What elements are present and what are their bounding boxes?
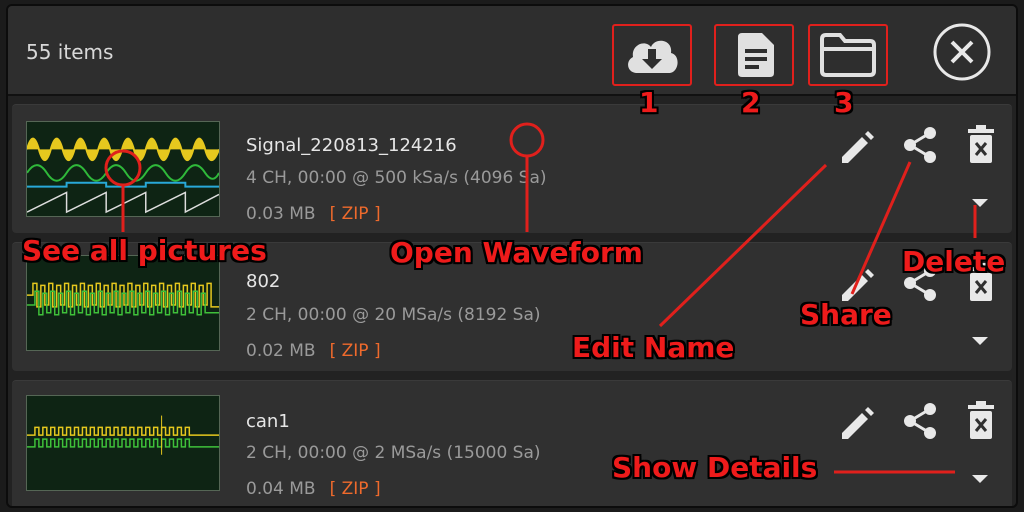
file-size-line: 0.03 MB [ ZIP ] [246, 204, 381, 224]
file-size-line: 0.04 MB [ ZIP ] [246, 479, 381, 499]
annotation-share: Share [800, 298, 892, 331]
waveform-preview [27, 137, 219, 214]
pencil-icon[interactable] [838, 127, 876, 165]
waveform-thumbnail[interactable] [26, 121, 220, 217]
annotation-show-details: Show Details [612, 451, 818, 484]
folder-icon [820, 33, 876, 77]
waveform-preview [27, 415, 219, 455]
waveform-thumbnail[interactable] [26, 255, 220, 351]
file-name[interactable]: can1 [246, 411, 290, 432]
share-icon[interactable] [900, 401, 940, 441]
annotation-open-waveform: Open Waveform [390, 236, 643, 269]
item-count: 55 items [26, 40, 114, 64]
chevron-down-icon[interactable] [970, 335, 990, 347]
file-info: 2 CH, 00:00 @ 20 MSa/s (8192 Sa) [246, 305, 541, 325]
zip-badge: [ ZIP ] [329, 479, 381, 499]
file-info: 2 CH, 00:00 @ 2 MSa/s (15000 Sa) [246, 443, 541, 463]
chevron-down-icon[interactable] [970, 473, 990, 485]
file-size: 0.02 MB [246, 341, 316, 361]
file-size: 0.04 MB [246, 479, 316, 499]
header-bar: 55 items [8, 6, 1016, 96]
file-row[interactable]: Signal_220813_124216 4 CH, 00:00 @ 500 k… [12, 104, 1012, 233]
waveform-thumbnail[interactable] [26, 395, 220, 491]
share-icon[interactable] [900, 125, 940, 165]
file-size-line: 0.02 MB [ ZIP ] [246, 341, 381, 361]
download-button[interactable] [612, 24, 692, 86]
trash-icon[interactable] [966, 401, 996, 441]
annotation-number-1: 1 [639, 86, 659, 119]
zip-badge: [ ZIP ] [329, 341, 381, 361]
annotation-delete: Delete [902, 245, 1006, 278]
annotation-edit-name: Edit Name [572, 331, 735, 364]
file-info: 4 CH, 00:00 @ 500 kSa/s (4096 Sa) [246, 168, 547, 188]
pencil-icon[interactable] [838, 403, 876, 441]
document-button[interactable] [714, 24, 794, 86]
annotation-number-3: 3 [834, 86, 854, 119]
file-name[interactable]: Signal_220813_124216 [246, 135, 457, 156]
annotation-see-all-pictures: See all pictures [22, 234, 267, 267]
annotation-number-2: 2 [741, 86, 761, 119]
close-button[interactable] [932, 22, 992, 82]
folder-button[interactable] [808, 24, 888, 86]
cloud-download-icon [628, 40, 678, 73]
close-circle-icon [933, 23, 991, 81]
trash-icon[interactable] [966, 125, 996, 165]
file-size: 0.03 MB [246, 204, 316, 224]
file-row[interactable]: can1 2 CH, 00:00 @ 2 MSa/s (15000 Sa) 0.… [12, 380, 1012, 506]
chevron-down-icon[interactable] [970, 197, 990, 209]
file-name[interactable]: 802 [246, 271, 280, 292]
waveform-preview [27, 282, 219, 316]
zip-badge: [ ZIP ] [329, 204, 381, 224]
document-icon [738, 33, 774, 77]
